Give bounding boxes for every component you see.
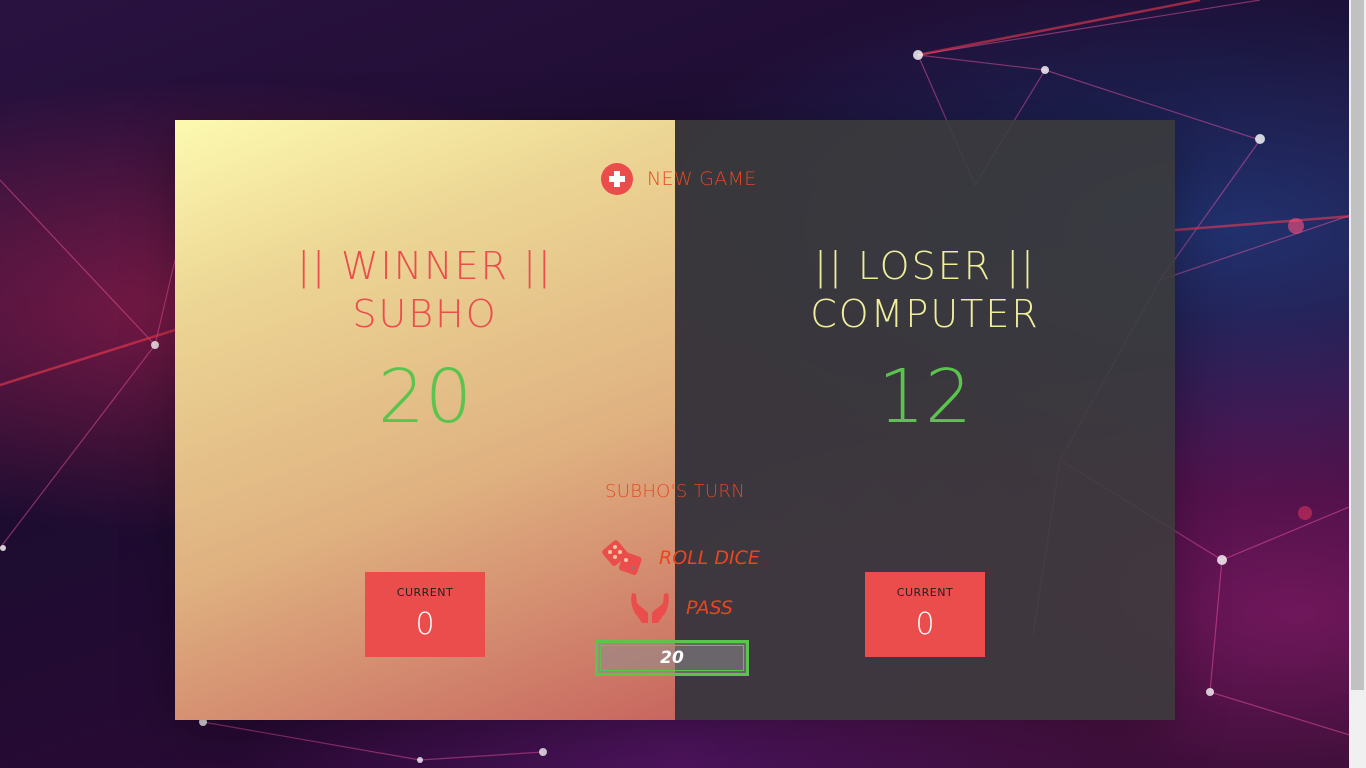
current-score: 0 [415, 607, 435, 642]
current-score: 0 [915, 607, 935, 642]
plus-circle-icon [601, 163, 633, 195]
scrollbar-track[interactable] [1349, 0, 1366, 768]
final-score-input[interactable]: 20 [595, 640, 749, 676]
current-score-box: CURRENT 0 [365, 572, 485, 657]
player-status: || WINNER || [297, 244, 553, 288]
hands-icon [631, 593, 669, 623]
player-total-score: 20 [377, 354, 473, 440]
new-game-button[interactable]: NEW GAME [595, 162, 763, 195]
current-score-box: CURRENT 0 [865, 572, 985, 657]
player-name: || LOSER || COMPUTER [675, 242, 1175, 338]
new-game-label: NEW GAME [647, 168, 757, 190]
roll-dice-button[interactable]: ROLL DICE [595, 538, 766, 578]
player-name: || WINNER || SUBHO [175, 242, 675, 338]
player-total-score: 12 [877, 354, 973, 440]
pass-label: PASS [686, 597, 733, 619]
scrollbar-thumb[interactable] [1351, 0, 1364, 690]
dice-icon [602, 540, 642, 575]
player-name-text: COMPUTER [810, 292, 1040, 336]
player-name-text: SUBHO [352, 292, 498, 336]
player-status: || LOSER || [814, 244, 1036, 288]
player-panel-computer: || LOSER || COMPUTER 12 CURRENT 0 [675, 120, 1175, 720]
player-panel-subho: || WINNER || SUBHO 20 CURRENT 0 [175, 120, 675, 720]
current-label: CURRENT [396, 586, 454, 599]
turn-indicator: SUBHO'S TURN [605, 481, 745, 502]
roll-dice-label: ROLL DICE [659, 547, 760, 569]
game-board: || WINNER || SUBHO 20 CURRENT 0 || LOSER… [175, 120, 1175, 720]
pass-button[interactable]: PASS [622, 590, 739, 626]
current-label: CURRENT [896, 586, 954, 599]
